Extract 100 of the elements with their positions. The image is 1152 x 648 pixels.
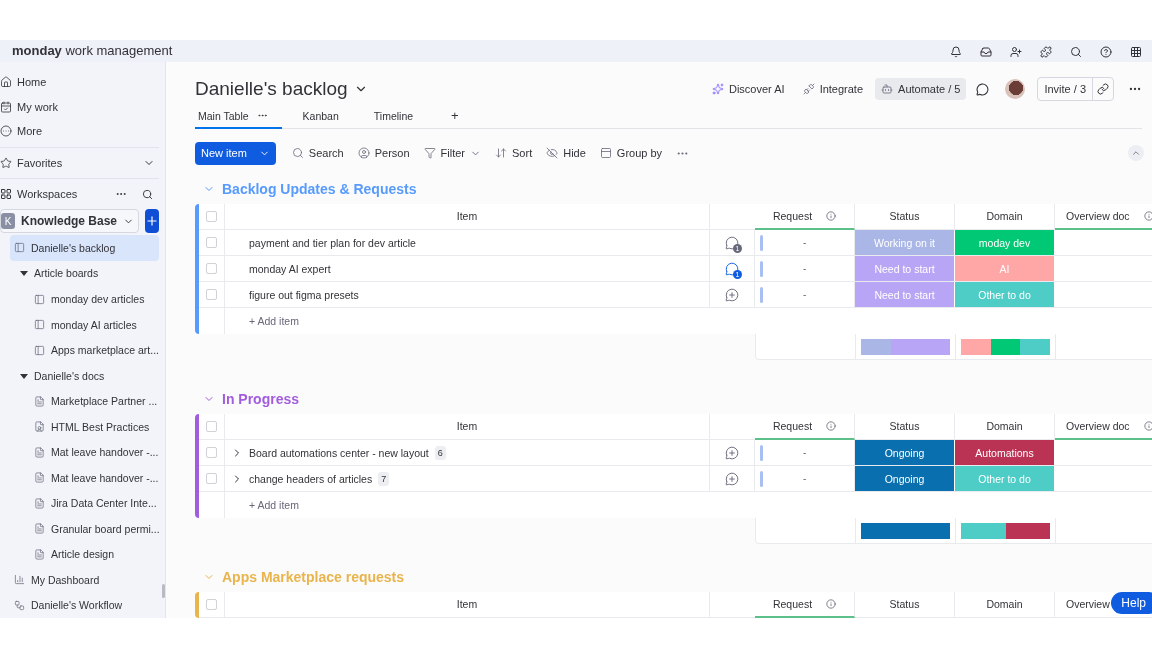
calendar-check-icon xyxy=(0,100,12,113)
add-view-button[interactable]: + xyxy=(445,103,465,128)
filter-icon xyxy=(423,147,436,159)
row-checkbox[interactable] xyxy=(206,263,217,274)
link-icon xyxy=(1097,83,1109,95)
sidebar-item[interactable]: Article boards xyxy=(10,260,159,287)
sidebar-item[interactable]: Danielle's Workflow xyxy=(10,592,159,618)
domain-label[interactable]: Automations xyxy=(955,440,1055,465)
sidebar-item[interactable]: monday AI articles xyxy=(10,311,159,338)
column-header: Overview doc xyxy=(1055,204,1152,230)
add-button[interactable] xyxy=(145,209,160,234)
caret-icon[interactable] xyxy=(20,371,28,380)
invite-user-icon[interactable] xyxy=(1010,46,1022,58)
checkbox[interactable] xyxy=(206,421,217,432)
workspace-dropdown[interactable]: K Knowledge Base xyxy=(0,209,140,234)
checkbox[interactable] xyxy=(206,211,217,222)
sidebar-item[interactable]: Danielle's backlog xyxy=(10,235,159,261)
request-value: - xyxy=(803,237,807,248)
sidebar-item[interactable]: HTML Best Practices xyxy=(10,413,159,440)
toolbar-button[interactable]: Hide xyxy=(546,147,586,159)
toolbar-button[interactable]: Sort xyxy=(495,147,533,159)
comment-icon[interactable] xyxy=(976,82,990,96)
search-icon[interactable] xyxy=(142,188,153,200)
status-label[interactable]: Ongoing xyxy=(855,466,955,491)
item-name[interactable]: monday AI expert xyxy=(249,262,331,275)
info-icon[interactable] xyxy=(1143,211,1152,221)
nav-item[interactable]: More xyxy=(0,119,159,144)
toolbar-button[interactable]: Search xyxy=(291,147,344,159)
add-item-field[interactable]: + Add item xyxy=(225,492,299,518)
row-checkbox[interactable] xyxy=(206,237,217,248)
info-icon[interactable] xyxy=(826,599,837,609)
board-title: Danielle's backlog xyxy=(195,78,348,100)
nav-item[interactable]: My work xyxy=(0,94,159,120)
document-icon xyxy=(34,497,45,509)
info-icon[interactable] xyxy=(1143,421,1152,431)
section-title[interactable]: Favorites xyxy=(17,156,63,169)
add-update-icon[interactable] xyxy=(725,287,739,302)
toolbar-button[interactable]: Group by xyxy=(599,147,663,159)
sidebar-item[interactable]: Danielle's docs xyxy=(10,362,159,389)
sidebar-item[interactable]: monday dev articles xyxy=(10,286,159,312)
search-icon[interactable] xyxy=(1070,46,1082,58)
item-name[interactable]: payment and tier plan for dev article xyxy=(249,236,416,249)
section-title: Workspaces xyxy=(17,188,78,201)
request-marker xyxy=(760,444,763,461)
bell-icon[interactable] xyxy=(950,46,962,58)
view-tab[interactable]: Main Table xyxy=(195,104,282,129)
add-item-field[interactable]: + Add item xyxy=(225,308,299,334)
checkbox[interactable] xyxy=(206,599,217,610)
caret-icon[interactable] xyxy=(20,269,28,278)
column-header: Overview doc xyxy=(1055,414,1152,440)
robot-icon xyxy=(881,83,894,95)
sidebar-item[interactable]: Jira Data Center Inte... xyxy=(10,490,159,516)
new-item-button[interactable]: New item xyxy=(195,141,276,165)
group-by-icon xyxy=(599,147,612,159)
sidebar-item[interactable]: Marketplace Partner ... xyxy=(10,388,159,414)
plug-icon xyxy=(802,83,815,95)
row-checkbox[interactable] xyxy=(206,473,217,484)
help-icon[interactable] xyxy=(1100,46,1112,58)
sidebar-item[interactable]: Article design xyxy=(10,541,159,567)
apps-grid-icon[interactable] xyxy=(1130,46,1142,58)
item-name[interactable]: change headers of articles xyxy=(249,472,373,485)
view-tab[interactable]: Kanban xyxy=(299,104,353,129)
sidebar-item[interactable]: Apps marketplace art... xyxy=(10,337,159,363)
toolbar-button[interactable]: Filter xyxy=(423,147,481,159)
view-tab[interactable]: Timeline xyxy=(370,104,428,129)
board-icon xyxy=(14,242,25,254)
add-update-icon[interactable] xyxy=(725,445,739,460)
row-checkbox[interactable] xyxy=(206,447,217,458)
sidebar-item[interactable]: Mat leave handover -... xyxy=(10,464,159,491)
scrollbar[interactable] xyxy=(162,584,165,598)
add-update-icon[interactable] xyxy=(725,471,739,486)
inbox-icon[interactable] xyxy=(980,46,992,58)
sidebar-item[interactable]: Granular board permi... xyxy=(10,515,159,542)
group-title[interactable]: In Progress xyxy=(222,391,300,407)
info-icon[interactable] xyxy=(826,421,837,431)
document-icon xyxy=(34,395,45,407)
toolbar-button[interactable]: Automate / 5 xyxy=(875,78,967,100)
collapse-button[interactable] xyxy=(1128,145,1144,161)
status-label[interactable]: Ongoing xyxy=(855,440,955,465)
item-name[interactable]: figure out figma presets xyxy=(249,288,359,301)
document-icon xyxy=(34,548,45,560)
workflow-icon xyxy=(14,599,25,611)
toolbar-button[interactable]: Integrate xyxy=(796,78,870,100)
row-checkbox[interactable] xyxy=(206,289,217,300)
board-icon xyxy=(34,319,45,330)
item-name[interactable]: Board automations center - new layout xyxy=(249,446,429,459)
nav-item[interactable]: Home xyxy=(0,70,159,95)
toolbar-button[interactable]: Discover AI xyxy=(706,78,791,100)
sidebar-item[interactable]: Mat leave handover -... xyxy=(10,439,159,465)
workspaces-icon xyxy=(0,188,12,201)
help-button[interactable]: Help xyxy=(1111,592,1152,614)
puzzle-icon[interactable] xyxy=(1040,46,1052,58)
app-logo: monday work management xyxy=(12,43,173,58)
toolbar-button[interactable]: Person xyxy=(357,147,410,159)
column-header: Request xyxy=(755,204,855,230)
chevron-up-icon xyxy=(1131,148,1141,158)
avatar[interactable] xyxy=(1005,79,1026,99)
sidebar-item[interactable]: My Dashboard xyxy=(10,566,159,593)
board-icon xyxy=(34,344,45,356)
info-icon[interactable] xyxy=(826,211,837,221)
